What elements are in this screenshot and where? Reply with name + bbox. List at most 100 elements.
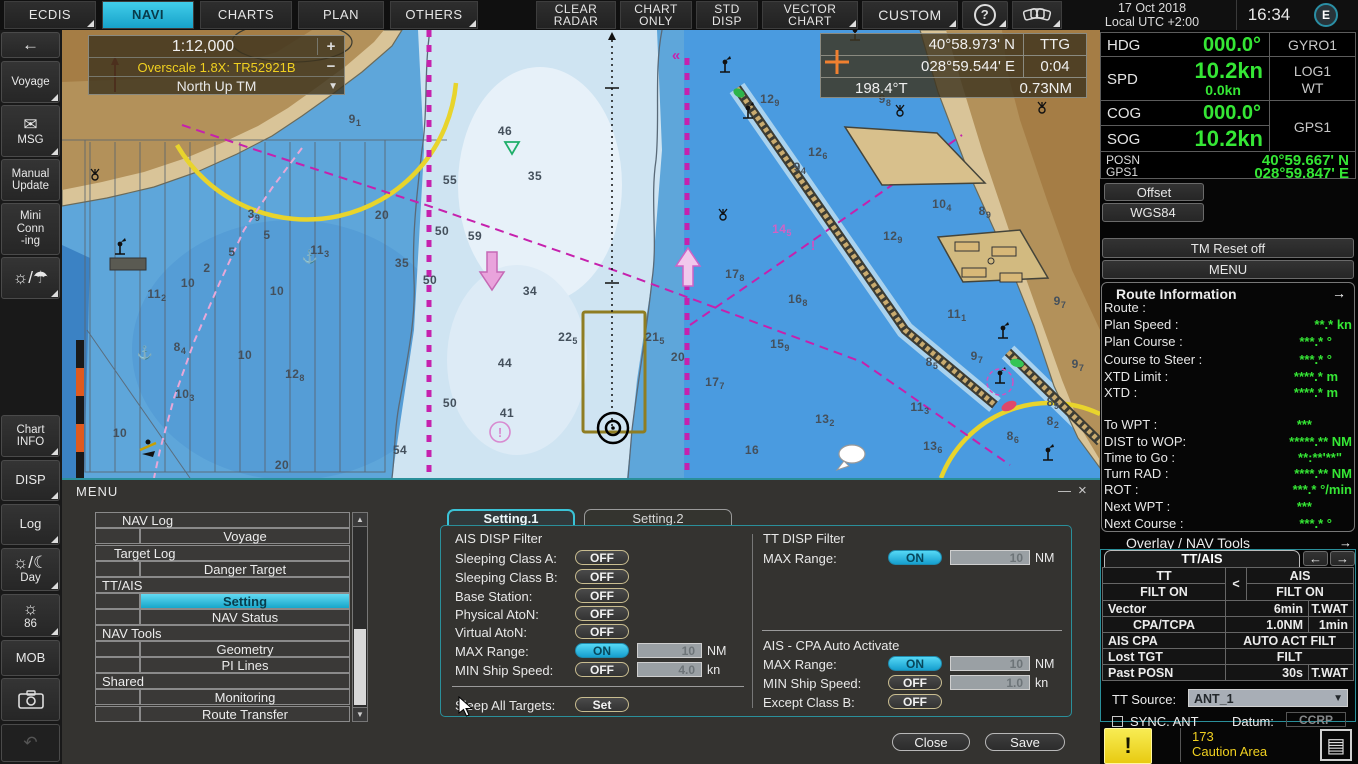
user-avatar[interactable]: E [1314, 3, 1338, 27]
tab-setting-2[interactable]: Setting.2 [584, 509, 732, 526]
tab-charts[interactable]: CHARTS [200, 1, 292, 29]
sidebar-item-screenshot[interactable] [1, 678, 60, 721]
menu-cat-tt-ais[interactable]: TT/AIS [95, 577, 350, 593]
minimize-button[interactable]: — [1058, 483, 1071, 498]
offset-button[interactable]: Offset [1104, 183, 1204, 201]
sleeping-class-b-toggle[interactable]: OFF [575, 569, 629, 584]
scrollbar-thumb[interactable] [354, 629, 366, 705]
tab-setting-1[interactable]: Setting.1 [447, 509, 575, 526]
posn-lon: 028°59.847' E [1254, 165, 1349, 182]
alert-list-button[interactable]: ▤ [1320, 729, 1352, 761]
menu-item-geometry[interactable]: Geometry [95, 641, 350, 657]
date-display[interactable]: 17 Oct 2018 Local UTC +2:00 [1078, 0, 1226, 30]
tt-max-range-toggle[interactable]: ON [888, 550, 942, 565]
close-icon[interactable]: × [1078, 482, 1087, 499]
route-info-expand-arrow[interactable]: → [1332, 285, 1346, 301]
menu-cat-target-log[interactable]: Target Log [95, 545, 350, 561]
sidebar-item-msg[interactable]: ✉ MSG [1, 105, 60, 157]
close-button[interactable]: Close [892, 733, 970, 751]
menu-cat-nav-log[interactable]: NAV Log [95, 512, 350, 528]
cpa-min-speed-toggle[interactable]: OFF [888, 675, 942, 690]
sidebar-item-mob[interactable]: MOB [1, 640, 60, 676]
clear-radar-button[interactable]: CLEARRADAR [536, 1, 616, 29]
lost-target-filter-cell[interactable]: FILT [1225, 648, 1354, 665]
alert-button[interactable]: ! [1104, 728, 1152, 764]
virtual-aton-toggle[interactable]: OFF [575, 624, 629, 639]
tab-others[interactable]: OTHERS [390, 1, 478, 29]
ais-cpa-mode-cell[interactable]: AUTO ACT FILT [1225, 632, 1354, 649]
zoom-out-button[interactable]: − [321, 58, 341, 75]
past-posn-cell[interactable]: 30s [1225, 664, 1309, 681]
ais-max-range-input[interactable]: 10 [637, 643, 702, 658]
tt-header-cell[interactable]: TT [1102, 567, 1226, 584]
save-button[interactable]: Save [985, 733, 1065, 751]
datum-wgs84-button[interactable]: WGS84 [1102, 203, 1204, 222]
menu-item-nav-status[interactable]: NAV Status [95, 609, 350, 625]
scroll-up-button[interactable]: ▲ [353, 513, 367, 527]
sidebar-item-undo[interactable]: ↶ [1, 724, 60, 762]
display-mode-button[interactable] [1012, 1, 1062, 29]
menu-cat-shared[interactable]: Shared [95, 673, 350, 689]
tab-tt-ais[interactable]: TT/AIS [1104, 550, 1300, 567]
menu-item-voyage[interactable]: Voyage [95, 528, 350, 544]
tab-navi[interactable]: NAVI [102, 1, 194, 29]
sidebar-item-voyage[interactable]: Voyage [1, 61, 60, 103]
menu-item-route-transfer[interactable]: Route Transfer [95, 706, 350, 722]
menu-button[interactable]: MENU [1102, 260, 1354, 279]
cpa-tcpa-cell[interactable]: CPA/TCPA [1102, 616, 1226, 633]
sleeping-class-a-toggle[interactable]: OFF [575, 550, 629, 565]
menu-item-setting[interactable]: Setting [95, 593, 350, 609]
time-display: 16:34 [1236, 0, 1301, 30]
svg-text:!: ! [498, 425, 502, 440]
prev-tool-button[interactable]: ← [1303, 551, 1328, 566]
ais-header-cell[interactable]: AIS [1246, 567, 1354, 584]
tm-reset-button[interactable]: TM Reset off [1102, 238, 1354, 258]
cpa-min-speed-input[interactable]: 1.0 [950, 675, 1030, 690]
scroll-down-button[interactable]: ▼ [353, 707, 367, 721]
tab-ecdis[interactable]: ECDIS [4, 1, 96, 29]
sidebar-item-manual-update[interactable]: ManualUpdate [1, 159, 60, 201]
menu-item-pi-lines[interactable]: PI Lines [95, 657, 350, 673]
sidebar-item-daynight-settings[interactable]: ☼/☂ [1, 257, 60, 299]
menu-scrollbar[interactable]: ▲ ▼ [352, 512, 368, 722]
orientation-selector[interactable]: North Up TM ▼ [89, 77, 344, 95]
base-station-toggle[interactable]: OFF [575, 588, 629, 603]
sidebar-item-mini-conning[interactable]: MiniConn-ing [1, 203, 60, 255]
chart-only-button[interactable]: CHARTONLY [620, 1, 692, 29]
sog-value: 10.2kn [1195, 126, 1264, 152]
ais-filter-cell[interactable]: FILT ON [1246, 583, 1354, 601]
zoom-in-button[interactable]: + [317, 38, 344, 55]
ais-min-speed-toggle[interactable]: OFF [575, 662, 629, 677]
cpa-max-range-toggle[interactable]: ON [888, 656, 942, 671]
vector-chart-button[interactable]: VECTORCHART [762, 1, 858, 29]
tt-source-dropdown[interactable]: ANT_1 ▼ [1188, 689, 1348, 707]
menu-item-monitoring[interactable]: Monitoring [95, 689, 350, 705]
ais-min-speed-input[interactable]: 4.0 [637, 662, 702, 677]
menu-item-danger-target[interactable]: Danger Target [95, 561, 350, 577]
sidebar-item-chart-info[interactable]: ChartINFO [1, 415, 60, 457]
spd-value: 10.2kn [1195, 58, 1264, 84]
sidebar-item-log[interactable]: Log [1, 504, 60, 545]
cpa-max-range-input[interactable]: 10 [950, 656, 1030, 671]
help-button[interactable]: ? [962, 1, 1008, 29]
std-disp-button[interactable]: STDDISP [696, 1, 758, 29]
menu-cat-nav-tools[interactable]: NAV Tools [95, 625, 350, 641]
chart-area[interactable]: ! ! ⚓ ⚓ « 914635552050593550341121131010… [62, 30, 1100, 478]
back-button[interactable]: ← [1, 32, 60, 58]
except-class-b-toggle[interactable]: OFF [888, 694, 942, 709]
sync-ant-checkbox[interactable] [1112, 716, 1123, 727]
physical-aton-toggle[interactable]: OFF [575, 606, 629, 621]
displays-icon [1022, 5, 1052, 25]
vector-time-cell[interactable]: 6min [1225, 600, 1309, 617]
next-tool-button[interactable]: → [1330, 551, 1355, 566]
overlay-expand-arrow[interactable]: → [1339, 535, 1352, 550]
custom-button[interactable]: CUSTOM [862, 1, 958, 29]
ais-max-range-toggle[interactable]: ON [575, 643, 629, 658]
tab-plan[interactable]: PLAN [298, 1, 384, 29]
sidebar-item-day-mode[interactable]: ☼/☾ Day [1, 548, 60, 591]
tt-filter-cell[interactable]: FILT ON [1102, 583, 1226, 601]
sleep-all-targets-button[interactable]: Set [575, 697, 629, 712]
sidebar-item-disp[interactable]: DISP [1, 460, 60, 501]
tt-max-range-input[interactable]: 10 [950, 550, 1030, 565]
sidebar-item-brightness[interactable]: ☼ 86 [1, 594, 60, 637]
